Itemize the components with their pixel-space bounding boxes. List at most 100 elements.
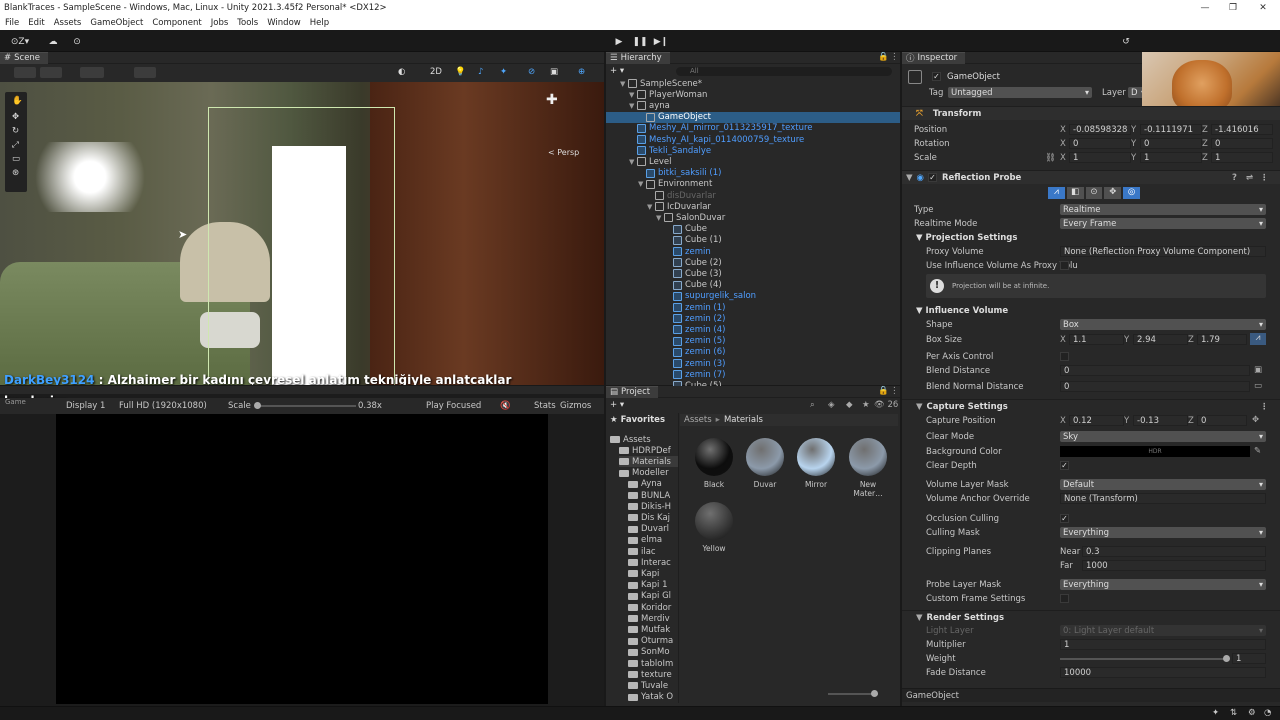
hierarchy-item[interactable]: zemin (5)	[606, 336, 900, 347]
probe-enabled-checkbox[interactable]: ✓	[927, 173, 937, 182]
hierarchy-item[interactable]: zemin	[606, 246, 900, 257]
maximize-button[interactable]: ❐	[1218, 0, 1248, 16]
scale-slider[interactable]	[256, 405, 356, 407]
blend-edit-icon[interactable]: ▣	[1254, 365, 1262, 375]
expand-arrow-icon[interactable]: ▼	[647, 203, 655, 211]
far-field[interactable]: 1000	[1082, 560, 1266, 571]
menu-jobs[interactable]: Jobs	[206, 18, 233, 28]
tag-dropdown[interactable]: Untagged	[948, 87, 1092, 98]
folder-item[interactable]: elma	[628, 535, 678, 546]
breadcrumb-materials[interactable]: Materials	[724, 415, 763, 425]
expand-arrow-icon[interactable]: ▼	[638, 180, 646, 188]
menu-gameobject[interactable]: GameObject	[85, 18, 147, 28]
increment-dropdown[interactable]	[134, 67, 156, 78]
rect-tool-icon[interactable]: ▭	[12, 154, 20, 164]
folder-item[interactable]: HDRPDef	[619, 445, 678, 456]
hierarchy-item[interactable]: ▼ ayna	[606, 100, 900, 111]
reflection-probe-section[interactable]: ▼ ◉ ✓ Reflection Probe ? ⇌ ⋮	[902, 170, 1280, 184]
clear-mode-dropdown[interactable]: Sky	[1060, 431, 1266, 442]
hierarchy-item[interactable]: Cube (3)	[606, 268, 900, 279]
scale-link-icon[interactable]: ⛓	[1045, 153, 1056, 163]
folder-item[interactable]: Dis Kaj	[628, 512, 678, 523]
stats-button[interactable]: Stats	[534, 401, 556, 411]
background-color-swatch[interactable]: HDR	[1060, 446, 1250, 457]
draw-mode-dropdown[interactable]	[14, 67, 36, 78]
hierarchy-item[interactable]: ▼ SampleScene*	[606, 78, 900, 89]
fade-distance-field[interactable]: 10000	[1060, 667, 1266, 678]
position-z-field[interactable]: -1.416016	[1211, 124, 1273, 135]
capture-settings-header[interactable]: ▼ Capture Settings ⋮	[902, 399, 1280, 413]
hierarchy-item[interactable]: Cube	[606, 224, 900, 235]
hierarchy-item[interactable]: ▼ IcDuvarlar	[606, 201, 900, 212]
filter-type-icon[interactable]: ◈	[828, 400, 835, 410]
expand-arrow-icon[interactable]: ▼	[629, 91, 637, 99]
hierarchy-item[interactable]: zemin (6)	[606, 347, 900, 358]
weight-slider[interactable]	[1060, 658, 1226, 660]
camera-icon[interactable]: ▣	[550, 67, 558, 77]
pause-button[interactable]: ❚❚	[632, 35, 647, 48]
component-menu-icon[interactable]: ⋮	[1260, 173, 1269, 183]
bake-icon[interactable]: ✦	[1212, 708, 1219, 718]
folder-item[interactable]: Mutfak	[628, 624, 678, 635]
expand-arrow-icon[interactable]: ▼	[656, 214, 664, 222]
tab-scene[interactable]: # Scene	[0, 52, 49, 64]
capture-x-field[interactable]: 0.12	[1069, 415, 1124, 426]
folder-item[interactable]: Kapi 1	[628, 580, 678, 591]
transform-section[interactable]: ⤧ Transform	[902, 106, 1280, 120]
culling-mask-dropdown[interactable]: Everything	[1060, 527, 1266, 538]
position-y-field[interactable]: -0.1111971	[1140, 124, 1202, 135]
menu-assets[interactable]: Assets	[49, 18, 86, 28]
hierarchy-item[interactable]: Cube (4)	[606, 280, 900, 291]
filter-label-icon[interactable]: ◆	[846, 400, 853, 410]
hierarchy-item[interactable]: Cube (2)	[606, 257, 900, 268]
box-size-y-field[interactable]: 2.94	[1133, 334, 1188, 345]
hierarchy-item[interactable]: supurgelik_salon	[606, 291, 900, 302]
scale-y-field[interactable]: 1	[1140, 152, 1202, 163]
clear-depth-checkbox[interactable]: ✓	[1060, 461, 1069, 470]
gizmos-dropdown[interactable]: Gizmos	[560, 401, 591, 411]
lighting-icon[interactable]: 💡	[455, 67, 466, 77]
gizmos-icon[interactable]: ⊕	[578, 67, 585, 77]
folder-item[interactable]: Oturma	[628, 636, 678, 647]
hierarchy-item[interactable]: ▼ PlayerWoman	[606, 89, 900, 100]
tab-hierarchy[interactable]: ☰ Hierarchy	[606, 51, 670, 64]
folder-item[interactable]: Kapi Gl	[628, 591, 678, 602]
material-asset[interactable]: Duvar	[743, 438, 787, 489]
visibility-icon[interactable]: ⊘	[528, 67, 535, 77]
folder-item[interactable]: Kapi	[628, 568, 678, 579]
tab-project[interactable]: ▤ Project	[606, 385, 659, 398]
folder-item[interactable]: Assets	[610, 434, 678, 445]
persp-label[interactable]: < Persp	[548, 148, 579, 157]
projection-settings-header[interactable]: ▼ Projection Settings	[916, 233, 1017, 243]
folder-item[interactable]: Modeller	[619, 468, 678, 479]
render-settings-header[interactable]: ▼ Render Settings	[902, 610, 1280, 624]
minimize-button[interactable]: —	[1190, 0, 1220, 16]
menu-window[interactable]: Window	[262, 18, 305, 28]
toggle-2d-button[interactable]: 2D	[430, 67, 442, 77]
scale-x-field[interactable]: 1	[1069, 152, 1131, 163]
capture-z-field[interactable]: 0	[1197, 415, 1247, 426]
hierarchy-item[interactable]: Cube (1)	[606, 235, 900, 246]
folder-item[interactable]: ilac	[628, 546, 678, 557]
network-icon[interactable]: ⇅	[1230, 708, 1237, 718]
rotation-y-field[interactable]: 0	[1140, 138, 1202, 149]
hierarchy-item[interactable]: Tekli_Sandalye	[606, 145, 900, 156]
hierarchy-item[interactable]: Meshy_AI_mirror_0113235917_texture	[606, 123, 900, 134]
effects-icon[interactable]: ✦	[500, 67, 507, 77]
influence-volume-header[interactable]: ▼ Influence Volume	[916, 306, 1008, 316]
folder-item[interactable]: texture	[628, 669, 678, 680]
play-mode-dropdown[interactable]: Play Focused	[426, 401, 481, 411]
weight-slider-thumb[interactable]	[1223, 655, 1230, 662]
volume-layer-mask-dropdown[interactable]: Default	[1060, 479, 1266, 490]
menu-tools[interactable]: Tools	[232, 18, 262, 28]
active-checkbox[interactable]: ✓	[932, 72, 941, 81]
menu-component[interactable]: Component	[147, 18, 205, 28]
material-asset[interactable]: New Mater…	[846, 438, 890, 498]
near-field[interactable]: 0.3	[1082, 546, 1266, 557]
hand-tool-icon[interactable]: ✋	[12, 96, 23, 106]
shape-dropdown[interactable]: Box	[1060, 319, 1266, 330]
position-x-field[interactable]: -0.08598328	[1069, 124, 1131, 135]
weight-field[interactable]: 1	[1232, 653, 1266, 664]
hierarchy-item[interactable]: zemin (1)	[606, 302, 900, 313]
hierarchy-item[interactable]: zemin (2)	[606, 313, 900, 324]
